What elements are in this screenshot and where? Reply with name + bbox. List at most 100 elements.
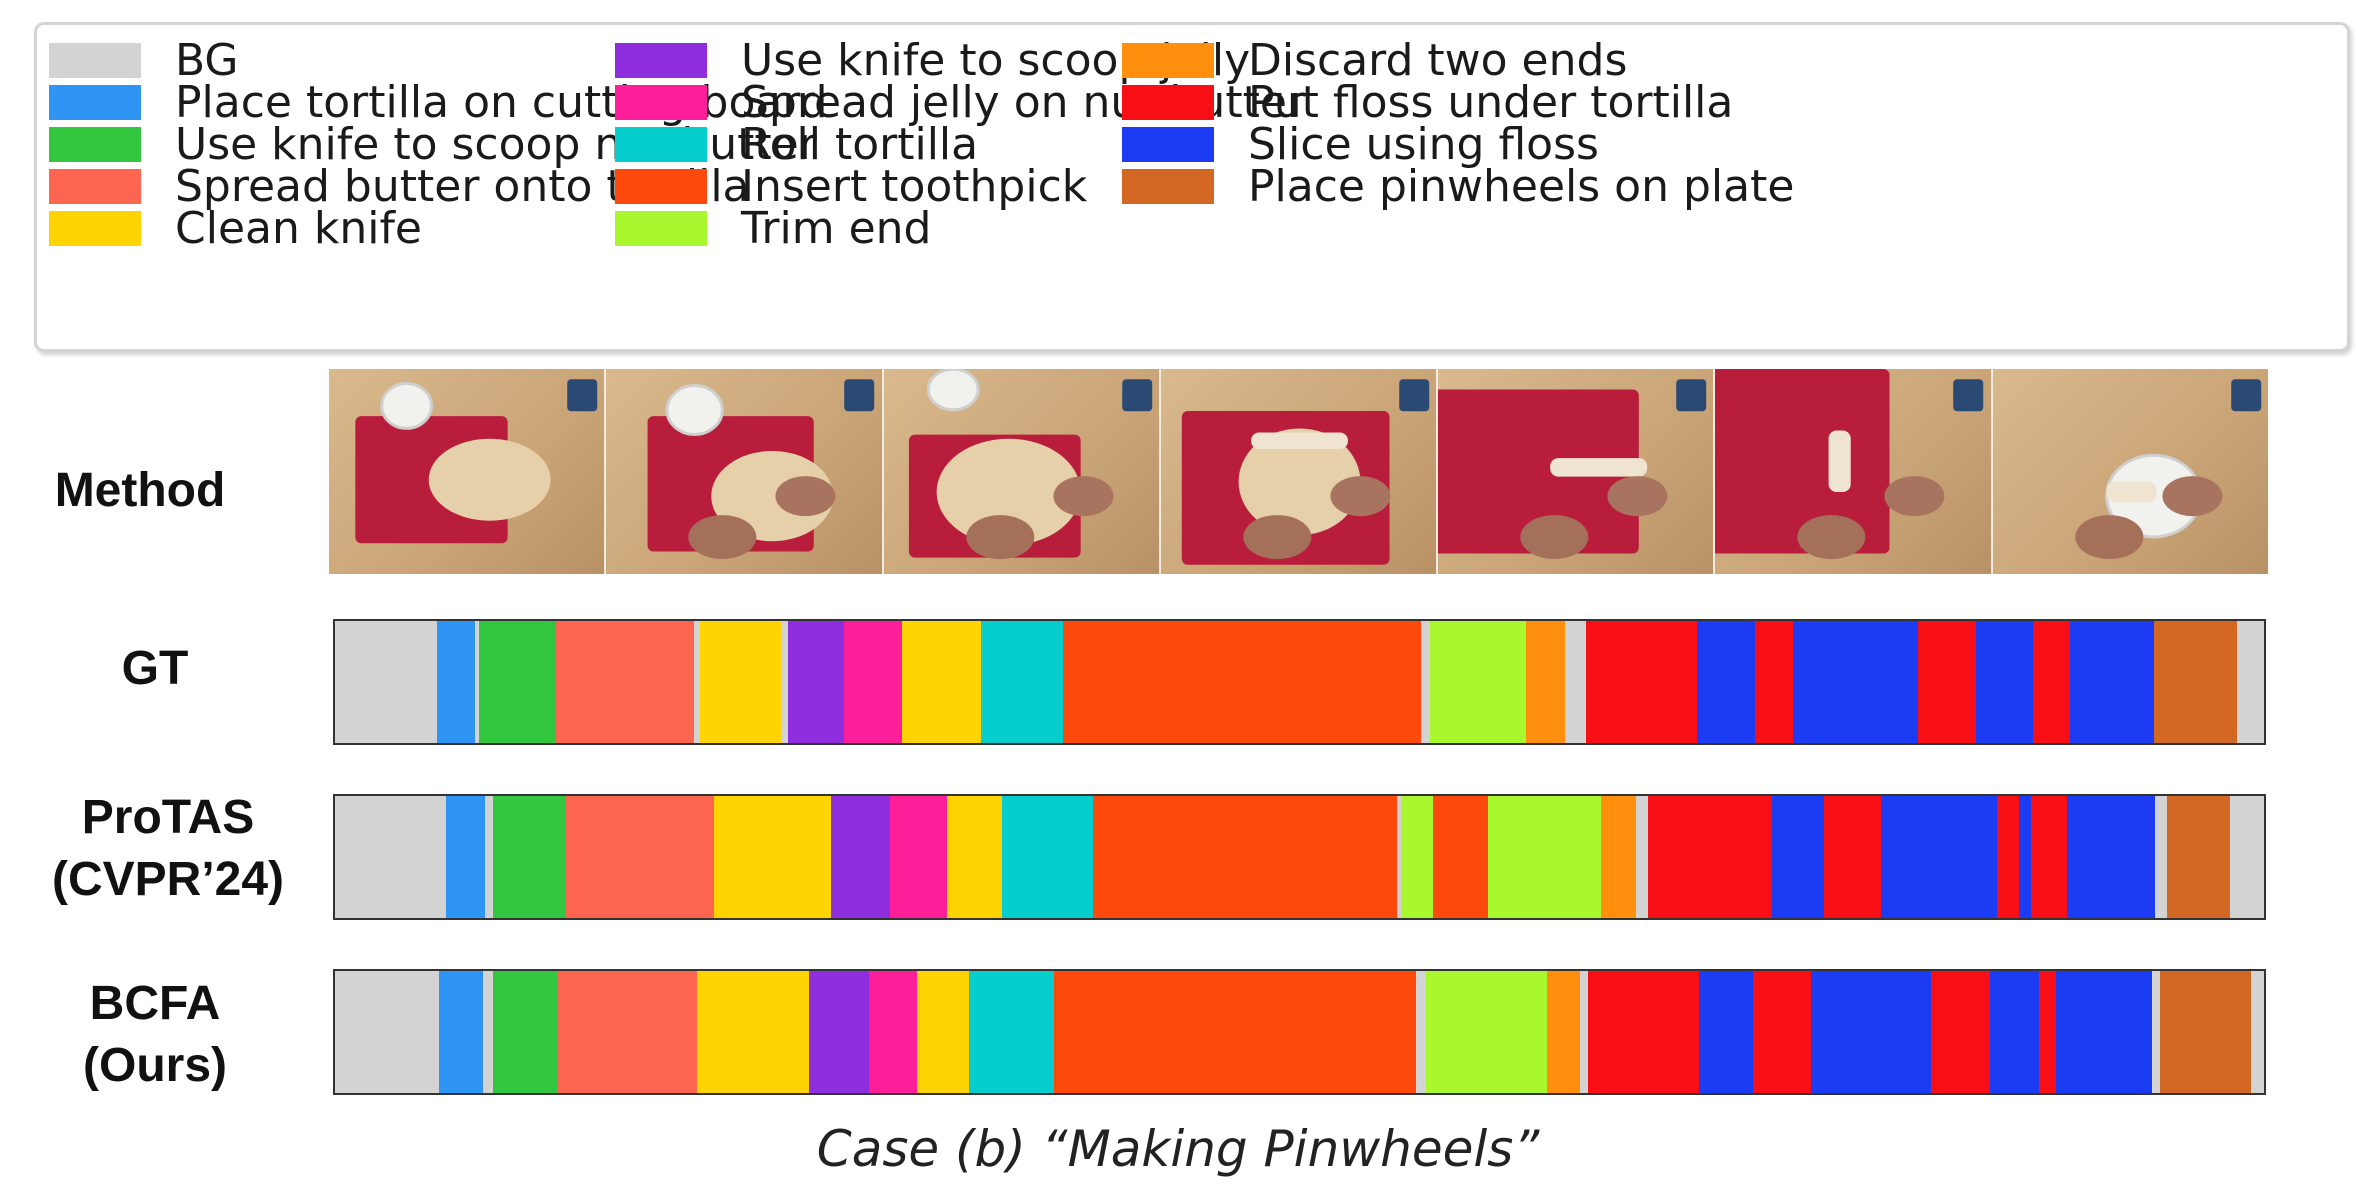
segment [493,796,567,918]
legend: BG Place tortilla on cutting board Use kni… [34,22,2350,352]
segment [969,971,1055,1093]
video-frame [329,369,607,574]
segmentation-bar-gt [333,619,2266,745]
segment [1526,621,1566,743]
frame-scene [908,369,1152,560]
segment [439,971,484,1093]
legend-swatch [49,85,141,120]
segment [335,971,440,1093]
segment [809,971,870,1093]
segment [555,621,695,743]
row-label-bcfa: BCFA (Ours) [83,977,227,1092]
frame-scene [2075,379,2261,560]
segment [868,971,918,1093]
legend-swatch [49,127,141,162]
segment [2038,971,2057,1093]
video-frame [883,369,1161,574]
segment [2154,621,2238,743]
segment [1975,621,2035,743]
row-label-method: Method [54,464,226,517]
figure-caption: Case (b) “Making Pinwheels” [816,1120,1540,1178]
segment [1433,796,1489,918]
segment [1053,971,1417,1093]
segment [2166,796,2231,918]
segment [1001,796,1094,918]
video-frame [1160,369,1439,574]
segment [436,621,476,743]
segment [1092,796,1398,918]
legend-swatch [615,43,707,78]
segment [1601,796,1637,918]
segment [1400,796,1434,918]
segment [890,796,948,918]
segment [946,796,1003,918]
frame-scene [1438,379,1707,560]
segment [479,621,557,743]
segment [2229,796,2264,918]
segment [2154,796,2168,918]
segment [2030,796,2069,918]
segment [1824,796,1882,918]
segment [1771,796,1825,918]
segment [556,971,698,1093]
legend-swatch [615,211,707,246]
legend-swatch [615,85,707,120]
row-label-gt: GT [121,642,189,695]
segment [2018,796,2032,918]
segment [1487,796,1602,918]
segment [2159,971,2252,1093]
legend-swatch [1122,169,1214,204]
segment [1990,971,2040,1093]
segment [2237,621,2264,743]
segment [2250,971,2264,1093]
segment [844,621,903,743]
legend-swatch [1122,43,1214,78]
segment [1793,621,1919,743]
segment [831,796,891,918]
segment [1753,971,1812,1093]
segment [493,971,558,1093]
video-frame [1438,369,1716,574]
segment [1699,971,1754,1093]
segment [1585,621,1698,743]
video-frame [1715,369,1993,574]
segment [1811,971,1932,1093]
segment [2067,796,2156,918]
segment [565,796,715,918]
legend-swatch [1122,127,1214,162]
segment [1635,796,1649,918]
row-label-protas: ProTAS (CVPR’24) [51,791,285,906]
segment [980,621,1064,743]
segment [901,621,982,743]
legend-swatch [49,43,141,78]
segment [2033,621,2071,743]
segment [1918,621,1977,743]
segment [1930,971,1991,1093]
legend-swatch [1122,85,1214,120]
segment [916,971,970,1093]
segment [2069,621,2156,743]
video-frame [606,369,884,574]
legend-label: Clean knife [175,203,423,254]
video-frame [1992,369,2268,574]
segment [700,621,782,743]
segment [788,621,845,743]
segment [1881,796,1998,918]
segmentation-bar-protas [333,794,2266,920]
segment [1996,796,2020,918]
segment [1587,971,1700,1093]
segment [1063,621,1422,743]
segment [1425,971,1548,1093]
segment [2055,971,2153,1093]
legend-swatch [49,211,141,246]
segment [335,621,438,743]
segment [1564,621,1587,743]
video-frames-strip [329,369,2268,574]
segment [1547,971,1581,1093]
legend-label: Trim end [741,203,932,254]
legend-swatch [49,169,141,204]
segment [1430,621,1527,743]
legend-label: Place pinwheels on plate [1248,161,1795,212]
legend-swatch [615,127,707,162]
segment [1697,621,1756,743]
